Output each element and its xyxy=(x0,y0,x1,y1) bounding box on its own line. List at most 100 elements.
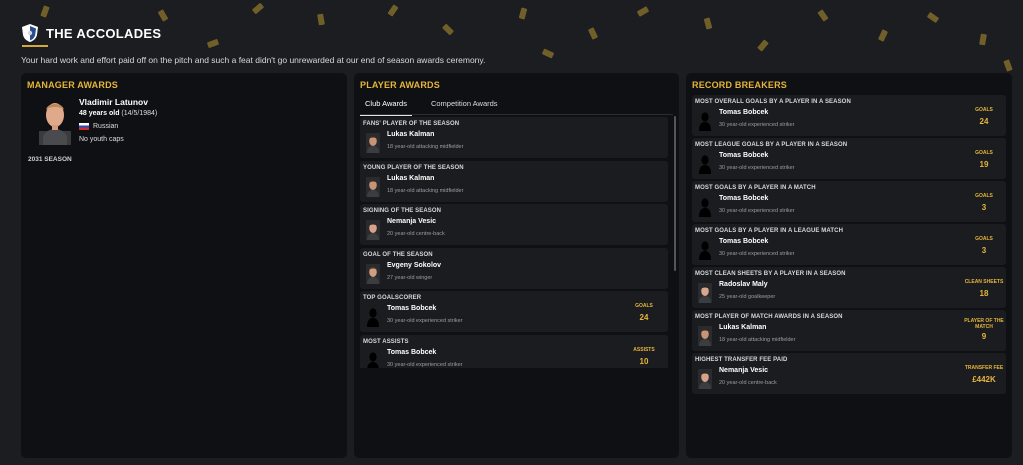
player-description: 20 year-old centre-back xyxy=(719,380,777,386)
player-award-card[interactable]: FANS' PLAYER OF THE SEASON Lukas Kalman 18… xyxy=(360,117,668,158)
awards-scrollbar[interactable] xyxy=(674,116,676,271)
player-description: 18 year-old attacking midfielder xyxy=(719,337,796,343)
record-title: MOST OVERALL GOALS BY A PLAYER IN A SEAS… xyxy=(695,99,851,105)
player-avatar xyxy=(366,176,380,197)
stat-value: 24 xyxy=(979,117,989,126)
page-header: THE ACCOLADES xyxy=(22,24,161,42)
record-card[interactable]: MOST GOALS BY A PLAYER IN A MATCH Tomas B… xyxy=(692,181,1006,222)
player-description: 30 year-old experienced striker xyxy=(719,165,795,171)
player-name[interactable]: Lukas Kalman xyxy=(387,175,434,182)
player-description: 30 year-old experienced striker xyxy=(387,361,463,368)
player-description: 30 year-old experienced striker xyxy=(719,208,795,214)
manager-nationality: Russian xyxy=(79,123,118,130)
player-name[interactable]: Lukas Kalman xyxy=(387,131,434,138)
player-awards-tabs: Club Awards Competition Awards xyxy=(360,95,503,116)
stat-label: GOALS xyxy=(975,150,993,156)
player-awards-title: PLAYER AWARDS xyxy=(360,80,440,90)
record-card[interactable]: MOST LEAGUE GOALS BY A PLAYER IN A SEASO… xyxy=(692,138,1006,179)
stat-value: 9 xyxy=(981,332,987,341)
player-award-card[interactable]: SIGNING OF THE SEASON Nemanja Vesic 20 yea… xyxy=(360,204,668,245)
player-silhouette-icon xyxy=(367,351,379,368)
player-description: 18 year-old attacking midfielder xyxy=(387,144,464,150)
record-card[interactable]: MOST OVERALL GOALS BY A PLAYER IN A SEAS… xyxy=(692,95,1006,136)
stat-value: 3 xyxy=(981,203,987,212)
record-card[interactable]: MOST CLEAN SHEETS BY A PLAYER IN A SEASO… xyxy=(692,267,1006,308)
manager-nationality-label: Russian xyxy=(93,123,119,130)
player-name[interactable]: Lukas Kalman xyxy=(719,324,766,331)
stat-value: 10 xyxy=(639,356,649,366)
player-name[interactable]: Nemanja Vesic xyxy=(387,218,436,225)
manager-awards-panel: MANAGER AWARDS Vladimir Latunov 48 years… xyxy=(21,73,347,458)
player-name[interactable]: Tomas Bobcek xyxy=(719,152,768,159)
player-award-title: SIGNING OF THE SEASON xyxy=(363,208,442,214)
club-crest-icon xyxy=(22,24,38,42)
stat-label: TRANSFER FEE xyxy=(964,365,1004,371)
stat-label: ASSISTS xyxy=(633,346,655,353)
manager-birthdate: (14/5/1984) xyxy=(121,110,158,117)
player-name[interactable]: Radoslav Maly xyxy=(719,281,768,288)
record-title: MOST PLAYER OF MATCH AWARDS IN A SEASON xyxy=(695,314,843,320)
player-name[interactable]: Tomas Bobcek xyxy=(719,238,768,245)
manager-age: 48 years old (14/5/1984) xyxy=(79,110,157,117)
season-label: 2031 SEASON xyxy=(28,156,72,163)
player-name[interactable]: Nemanja Vesic xyxy=(719,367,768,374)
player-silhouette-icon xyxy=(699,241,711,260)
stat-value: 3 xyxy=(981,246,987,255)
record-title: MOST LEAGUE GOALS BY A PLAYER IN A SEASO… xyxy=(695,142,848,148)
record-card[interactable]: HIGHEST TRANSFER FEE PAID Nemanja Vesic 20… xyxy=(692,353,1006,394)
player-silhouette-icon xyxy=(699,198,711,217)
player-avatar xyxy=(698,369,712,389)
tab-club-awards[interactable]: Club Awards xyxy=(360,95,412,116)
player-description: 30 year-old experienced striker xyxy=(719,122,795,128)
player-avatar xyxy=(698,283,712,303)
player-awards-scroll-area[interactable]: FANS' PLAYER OF THE SEASON Lukas Kalman 18… xyxy=(360,117,668,368)
player-award-title: TOP GOALSCORER xyxy=(363,295,422,301)
record-breakers-panel: RECORD BREAKERS MOST OVERALL GOALS BY A … xyxy=(686,73,1012,458)
stat-label: CLEAN SHEETS xyxy=(964,279,1004,285)
player-avatar xyxy=(366,220,380,240)
record-breakers-title: RECORD BREAKERS xyxy=(692,80,788,90)
tab-divider xyxy=(360,114,673,115)
player-award-title: FANS' PLAYER OF THE SEASON xyxy=(363,121,460,127)
record-card[interactable]: MOST PLAYER OF MATCH AWARDS IN A SEASON L… xyxy=(692,310,1006,351)
player-name[interactable]: Tomas Bobcek xyxy=(387,305,436,312)
player-awards-panel: PLAYER AWARDS Club Awards Competition Aw… xyxy=(354,73,679,458)
player-description: 30 year-old experienced striker xyxy=(387,318,463,324)
player-silhouette-icon xyxy=(367,308,379,327)
player-avatar xyxy=(698,326,712,346)
player-name[interactable]: Evgeny Sokolov xyxy=(387,262,441,269)
player-award-card[interactable]: GOAL OF THE SEASON Evgeny Sokolov 27 year-… xyxy=(360,247,668,289)
stat-value: 19 xyxy=(979,160,989,169)
stat-value: £442K xyxy=(972,375,996,384)
player-name[interactable]: Tomas Bobcek xyxy=(387,349,436,356)
stat-value: 18 xyxy=(979,289,989,298)
player-silhouette-icon xyxy=(699,112,711,131)
page-subtitle: Your hard work and effort paid off on th… xyxy=(21,55,486,65)
player-description: 25 year-old goalkeeper xyxy=(719,294,776,300)
player-description: 18 year-old attacking midfielder xyxy=(387,187,464,194)
record-title: MOST GOALS BY A PLAYER IN A MATCH xyxy=(695,185,816,191)
russia-flag-icon xyxy=(79,123,89,130)
player-award-title: MOST ASSISTS xyxy=(363,338,409,345)
stat-label: GOALS xyxy=(635,303,653,309)
player-award-card[interactable]: MOST ASSISTS Tomas Bobcek 30 year-old expe… xyxy=(360,334,668,368)
page-title: THE ACCOLADES xyxy=(46,25,162,41)
manager-name[interactable]: Vladimir Latunov xyxy=(79,97,148,107)
record-title: HIGHEST TRANSFER FEE PAID xyxy=(695,357,788,363)
player-name[interactable]: Tomas Bobcek xyxy=(719,195,768,202)
record-title: MOST GOALS BY A PLAYER IN A LEAGUE MATCH xyxy=(695,228,844,234)
record-card[interactable]: MOST GOALS BY A PLAYER IN A LEAGUE MATCH… xyxy=(692,224,1006,265)
player-description: 20 year-old centre-back xyxy=(387,231,445,237)
player-award-card[interactable]: YOUNG PLAYER OF THE SEASON Lukas Kalman 18… xyxy=(360,160,668,202)
player-award-card[interactable]: TOP GOALSCORER Tomas Bobcek 30 year-old ex… xyxy=(360,291,668,332)
player-description: 30 year-old experienced striker xyxy=(719,251,795,257)
player-name[interactable]: Tomas Bobcek xyxy=(719,109,768,116)
title-underline xyxy=(22,45,48,47)
stat-value: 24 xyxy=(639,313,649,322)
tab-competition-awards[interactable]: Competition Awards xyxy=(426,95,503,116)
player-silhouette-icon xyxy=(699,155,711,174)
player-award-title: GOAL OF THE SEASON xyxy=(363,251,433,258)
player-description: 27 year-old winger xyxy=(387,274,433,281)
manager-photo xyxy=(39,103,71,145)
stat-label: GOALS xyxy=(975,107,993,113)
